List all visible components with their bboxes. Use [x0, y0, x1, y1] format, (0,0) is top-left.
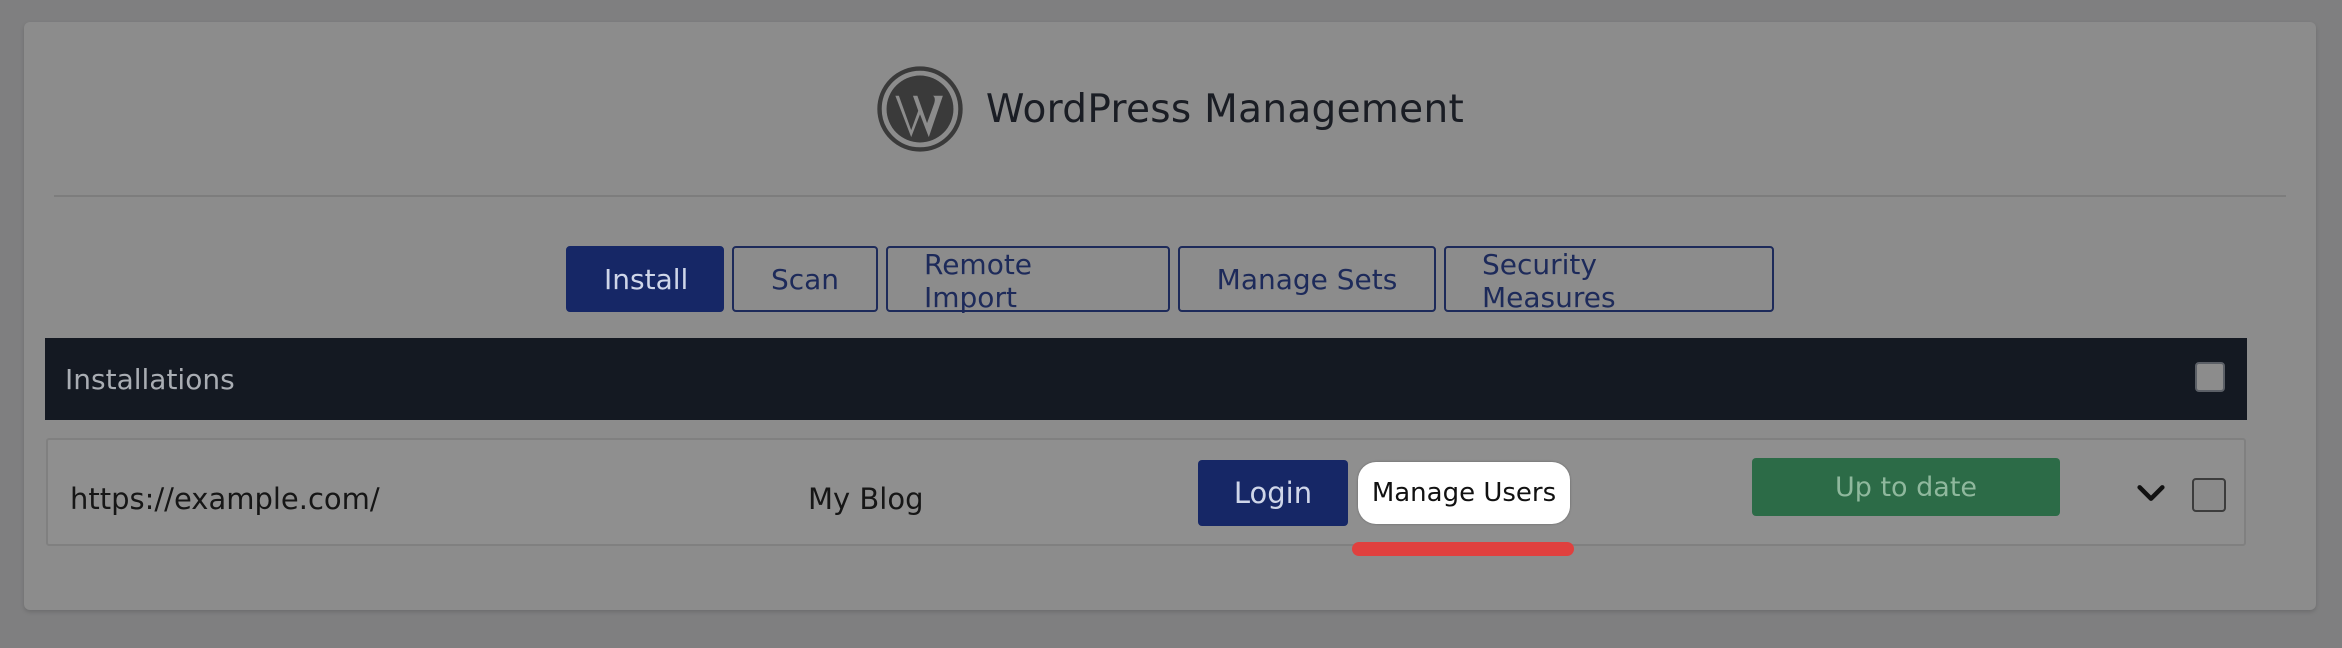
tab-scan-label: Scan — [770, 262, 840, 296]
installation-url[interactable]: https://example.com/ — [70, 482, 380, 516]
header-divider — [54, 195, 2286, 197]
tab-remote-import[interactable]: Remote Import — [886, 246, 1170, 314]
tab-install-label: Install — [604, 262, 689, 296]
installations-table-header: Installations — [45, 338, 2247, 420]
update-status-button[interactable]: Up to date — [1752, 458, 2060, 516]
wordpress-logo-icon — [877, 66, 963, 152]
tab-security-measures[interactable]: Security Measures — [1444, 246, 1774, 314]
installations-heading: Installations — [65, 362, 235, 396]
tab-scan[interactable]: Scan — [732, 246, 878, 312]
tab-remote-import-label: Remote Import — [924, 248, 1033, 314]
login-button[interactable]: Login — [1198, 460, 1348, 526]
tab-manage-sets-label: Manage Sets — [1216, 262, 1398, 296]
installation-row: https://example.com/ My Blog Login Manag… — [46, 438, 2246, 556]
manage-users-button[interactable]: Manage Users — [1358, 462, 1570, 524]
tab-security-measures-label: Security Measures — [1482, 248, 1616, 314]
installation-site-name: My Blog — [808, 482, 924, 516]
select-all-checkbox[interactable] — [2195, 362, 2225, 392]
page-title: WordPress Management — [985, 86, 1465, 132]
page-header: WordPress Management — [24, 22, 2316, 196]
row-select-checkbox[interactable] — [2192, 478, 2226, 512]
highlight-underline — [1352, 542, 1574, 556]
tab-install[interactable]: Install — [566, 246, 724, 312]
tab-bar: Install Scan Remote Import Manage Sets S… — [24, 246, 2316, 314]
tab-manage-sets[interactable]: Manage Sets — [1178, 246, 1436, 312]
chevron-down-icon[interactable] — [2134, 476, 2168, 510]
